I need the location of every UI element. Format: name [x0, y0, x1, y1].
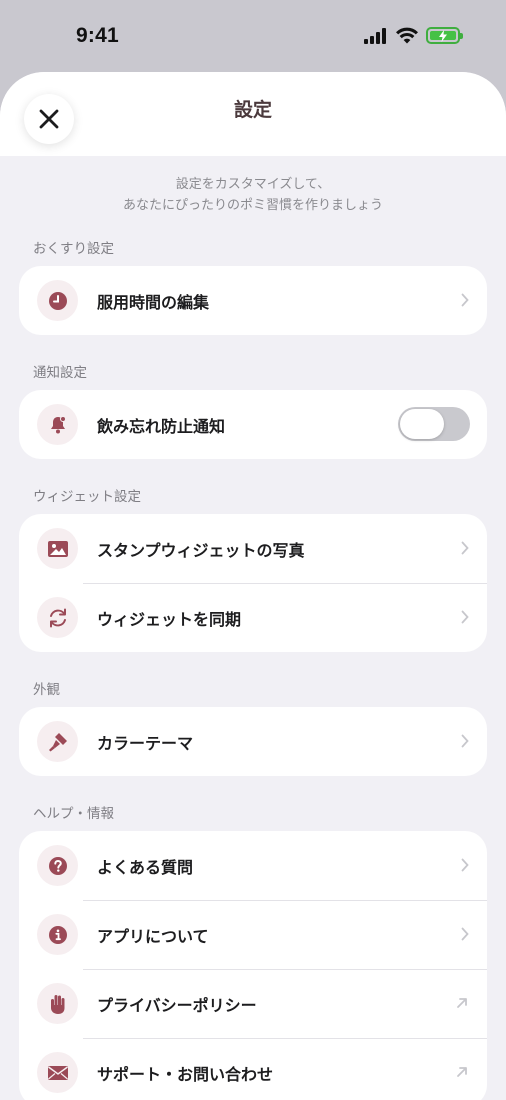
toggle-knob — [400, 409, 444, 439]
row-about-app[interactable]: アプリについて — [19, 900, 487, 969]
intro-line-1: 設定をカスタマイズして、 — [175, 177, 331, 192]
chevron-right-icon — [461, 610, 469, 624]
sync-icon — [37, 597, 78, 638]
row-faq[interactable]: よくある質問 — [19, 831, 487, 900]
card-medicine: 服用時間の編集 — [19, 266, 487, 335]
card-widget: スタンプウィジェットの写真 ウィジェットを同期 — [19, 514, 487, 652]
row-label: サポート・お問い合わせ — [97, 1064, 274, 1084]
paint-icon — [37, 721, 78, 762]
row-widget-photo[interactable]: スタンプウィジェットの写真 — [19, 514, 487, 583]
row-medication-time[interactable]: 服用時間の編集 — [19, 266, 487, 335]
notification-toggle[interactable] — [398, 407, 470, 441]
bell-icon — [37, 404, 78, 445]
row-label: プライバシーポリシー — [97, 995, 257, 1015]
sheet-header: 設定 — [0, 72, 506, 156]
status-icons — [364, 27, 463, 44]
section-label-help: ヘルプ・情報 — [33, 806, 114, 822]
row-widget-sync[interactable]: ウィジェットを同期 — [19, 583, 487, 652]
card-appearance: カラーテーマ — [19, 707, 487, 776]
status-time: 9:41 — [76, 24, 119, 47]
row-support-contact[interactable]: サポート・お問い合わせ — [19, 1038, 487, 1100]
card-help: よくある質問 アプリについて プライバシーポリシー サポート・お問い合わせ — [19, 831, 487, 1100]
row-reminder-notification: 飲み忘れ防止通知 — [19, 390, 487, 459]
settings-sheet: 設定 設定をカスタマイズして、 あなたにぴったりのポミ習慣を作りましょう おくす… — [0, 72, 506, 1100]
intro-line-2: あなたにぴったりのポミ習慣を作りましょう — [122, 198, 383, 213]
section-label-widget: ウィジェット設定 — [33, 489, 141, 505]
chevron-right-icon — [461, 858, 469, 872]
section-label-appearance: 外観 — [33, 682, 60, 698]
row-color-theme[interactable]: カラーテーマ — [19, 707, 487, 776]
status-bar: 9:41 — [0, 0, 506, 72]
row-label: よくある質問 — [97, 857, 194, 877]
row-label: スタンプウィジェットの写真 — [97, 540, 305, 560]
card-notification: 飲み忘れ防止通知 — [19, 390, 487, 459]
row-label: ウィジェットを同期 — [97, 609, 242, 629]
clock-icon — [37, 280, 78, 321]
close-button[interactable] — [24, 94, 74, 144]
chevron-right-icon — [461, 734, 469, 748]
chevron-right-icon — [461, 541, 469, 555]
close-icon — [39, 109, 59, 129]
row-privacy-policy[interactable]: プライバシーポリシー — [19, 969, 487, 1038]
row-label: 服用時間の編集 — [97, 292, 210, 312]
row-label: アプリについて — [97, 926, 209, 946]
signal-icon — [364, 27, 386, 44]
section-label-medicine: おくすり設定 — [33, 241, 114, 257]
wifi-icon — [396, 27, 418, 44]
row-label: カラーテーマ — [97, 733, 194, 753]
photo-icon — [37, 528, 78, 569]
question-icon — [37, 845, 78, 886]
external-link-icon — [457, 998, 467, 1008]
info-icon — [37, 914, 78, 955]
battery-icon — [426, 27, 463, 44]
intro-text: 設定をカスタマイズして、 あなたにぴったりのポミ習慣を作りましょう — [0, 174, 506, 216]
page-title: 設定 — [233, 98, 272, 121]
mail-icon — [37, 1052, 78, 1093]
chevron-right-icon — [461, 927, 469, 941]
external-link-icon — [457, 1067, 467, 1077]
chevron-right-icon — [461, 293, 469, 307]
hand-icon — [37, 983, 78, 1024]
section-label-notification: 通知設定 — [33, 365, 87, 381]
